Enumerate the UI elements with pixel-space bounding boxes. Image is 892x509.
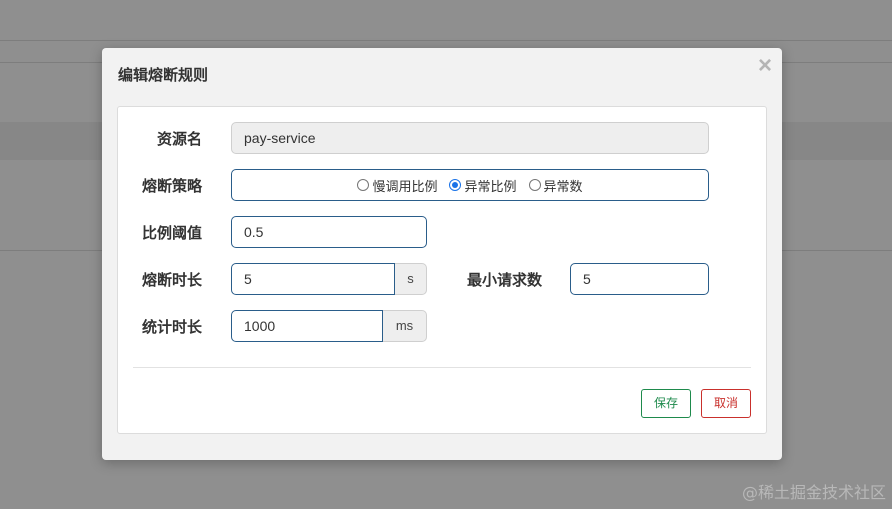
strategy-radio-group: 慢调用比例 异常比例 异常数 — [231, 169, 709, 201]
min-requests-input[interactable]: 5 — [570, 263, 709, 295]
watermark: @稀土掘金技术社区 — [741, 483, 886, 502]
resource-input: pay-service — [231, 122, 709, 154]
form-divider — [133, 367, 751, 368]
ratio-threshold-input[interactable]: 0.5 — [231, 216, 427, 248]
break-duration-label: 熔断时长 — [141, 271, 202, 289]
save-button[interactable]: 保存 — [641, 389, 691, 418]
radio-slow-ratio[interactable]: 慢调用比例 — [357, 176, 437, 195]
radio-circle-icon — [357, 179, 370, 191]
stat-duration-input[interactable]: 1000 — [231, 310, 383, 342]
ratio-threshold-label: 比例阈值 — [141, 224, 202, 242]
close-icon[interactable]: × — [758, 54, 772, 78]
edit-degrade-rule-dialog: 编辑熔断规则 × 资源名 pay-service 熔断策略 慢调用比例 异常比例… — [102, 48, 782, 460]
radio-error-ratio[interactable]: 异常比例 — [449, 176, 517, 195]
strategy-label: 熔断策略 — [141, 177, 202, 195]
radio-error-ratio-label: 异常比例 — [464, 179, 517, 195]
radio-circle-icon — [528, 179, 541, 191]
radio-checked-icon — [449, 179, 462, 191]
min-requests-label: 最小请求数 — [466, 271, 542, 289]
break-duration-unit: s — [395, 263, 427, 295]
resource-label: 资源名 — [156, 130, 202, 148]
radio-slow-ratio-label: 慢调用比例 — [372, 179, 438, 195]
dialog-title: 编辑熔断规则 — [118, 66, 209, 84]
radio-error-count-label: 异常数 — [543, 179, 583, 195]
form-panel: 资源名 pay-service 熔断策略 慢调用比例 异常比例 异常数 比例阈值… — [117, 106, 767, 434]
radio-error-count[interactable]: 异常数 — [528, 176, 583, 195]
stat-duration-unit: ms — [383, 310, 427, 342]
stat-duration-label: 统计时长 — [141, 318, 202, 336]
break-duration-input[interactable]: 5 — [231, 263, 395, 295]
cancel-button[interactable]: 取消 — [701, 389, 751, 418]
bg-divider — [0, 40, 892, 41]
